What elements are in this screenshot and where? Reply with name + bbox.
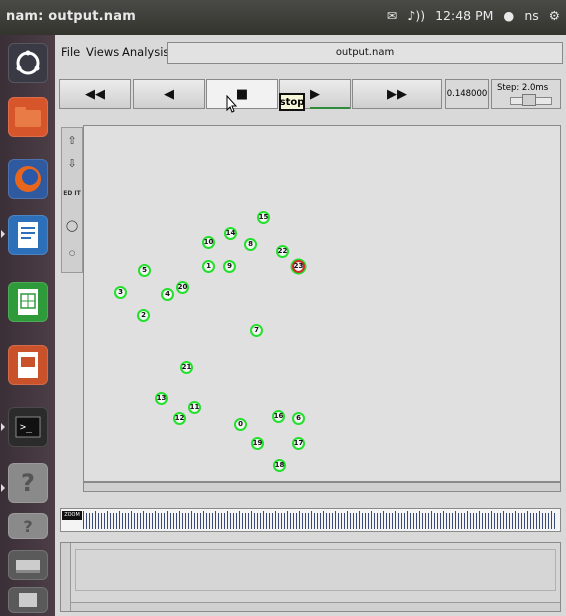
- step-control: Step: 2.0ms: [491, 79, 561, 109]
- help-icon[interactable]: ?: [8, 463, 48, 503]
- node-18[interactable]: 18: [273, 459, 286, 472]
- node-17[interactable]: 17: [292, 437, 305, 450]
- terminal-icon[interactable]: >_: [8, 407, 48, 447]
- stop-button[interactable]: ■: [206, 79, 278, 109]
- drive-icon[interactable]: [8, 550, 48, 580]
- svg-text:>_: >_: [20, 422, 33, 433]
- mail-icon[interactable]: ✉: [387, 8, 397, 23]
- node-4[interactable]: 4: [161, 288, 174, 301]
- node-12[interactable]: 12: [173, 412, 186, 425]
- zoom-in-icon[interactable]: ⇧: [63, 131, 81, 149]
- node-13[interactable]: 13: [155, 392, 168, 405]
- help-icon-2[interactable]: ?: [8, 513, 48, 539]
- mouse-cursor-icon: [226, 95, 238, 113]
- fast-forward-button[interactable]: ▶▶: [352, 79, 442, 109]
- calc-icon[interactable]: [8, 282, 48, 322]
- node-8[interactable]: 8: [244, 238, 257, 251]
- trash-icon[interactable]: [8, 587, 48, 613]
- node-7[interactable]: 7: [250, 324, 263, 337]
- circle-tool-icon[interactable]: ◯: [63, 216, 81, 234]
- dash-home-icon[interactable]: [8, 43, 48, 83]
- node-23[interactable]: 23: [292, 260, 305, 273]
- time-display: 0.148000: [445, 79, 489, 109]
- node-5[interactable]: 5: [138, 264, 151, 277]
- help-indicator: [1, 484, 5, 492]
- trace-filename: output.nam: [167, 42, 563, 64]
- window-title: nam: output.nam: [6, 9, 136, 24]
- annotation-vertical-scrollbar[interactable]: [61, 543, 71, 611]
- annotation-horizontal-scrollbar[interactable]: [71, 602, 560, 611]
- annotation-panel: [60, 542, 561, 612]
- timeline-slider[interactable]: ZOOM: [60, 508, 561, 532]
- canvas-horizontal-scrollbar[interactable]: [83, 482, 561, 492]
- node-2[interactable]: 2: [137, 309, 150, 322]
- zoom-out-icon[interactable]: ⇩: [63, 154, 81, 172]
- node-11[interactable]: 11: [188, 401, 201, 414]
- node-22[interactable]: 22: [276, 245, 289, 258]
- node-16[interactable]: 16: [272, 410, 285, 423]
- writer-icon[interactable]: [8, 215, 48, 255]
- system-tray: ✉ ♪)) 12:48 PM ● ns ⚙: [387, 8, 560, 23]
- files-icon[interactable]: [8, 97, 48, 137]
- node-0[interactable]: 0: [234, 418, 247, 431]
- point-tool-icon[interactable]: ○: [63, 244, 81, 262]
- step-slider-thumb[interactable]: [522, 94, 536, 106]
- step-back-button[interactable]: ◀: [133, 79, 205, 109]
- menu-bar: File Views Analysis output.nam: [55, 35, 566, 67]
- node-6[interactable]: 6: [292, 412, 305, 425]
- edit-toolbar: ⇧ ⇩ ED IT ◯ ○: [61, 127, 83, 273]
- terminal-indicator: [1, 423, 5, 431]
- top-panel: nam: output.nam ✉ ♪)) 12:48 PM ● ns ⚙: [0, 0, 566, 35]
- node-20[interactable]: 20: [176, 281, 189, 294]
- node-9[interactable]: 9: [223, 260, 236, 273]
- node-14[interactable]: 14: [224, 227, 237, 240]
- edit-label[interactable]: ED IT: [63, 180, 81, 206]
- rewind-button[interactable]: ◀◀: [59, 79, 131, 109]
- node-1[interactable]: 1: [202, 260, 215, 273]
- node-3[interactable]: 3: [114, 286, 127, 299]
- node-15[interactable]: 15: [257, 211, 270, 224]
- nam-window: File Views Analysis output.nam ◀◀ ◀ ■ ▶ …: [55, 35, 566, 616]
- user-name[interactable]: ns: [524, 8, 538, 23]
- menu-analysis[interactable]: Analysis: [122, 45, 169, 59]
- menu-file[interactable]: File: [61, 45, 80, 59]
- network-canvas[interactable]: 15 14 10 8 22 23 1 9 5 20 4 3 2 7 21 13 …: [83, 125, 561, 482]
- firefox-icon[interactable]: [8, 159, 48, 199]
- clock[interactable]: 12:48 PM: [435, 8, 493, 23]
- volume-icon[interactable]: ♪)): [407, 8, 425, 23]
- timeline-major-ticks: [83, 511, 556, 521]
- stop-tooltip: stop: [279, 93, 305, 111]
- play-indicator: [310, 107, 350, 109]
- gear-icon[interactable]: ⚙: [549, 8, 560, 23]
- user-icon[interactable]: ●: [503, 8, 514, 23]
- node-21[interactable]: 21: [180, 361, 193, 374]
- menu-views[interactable]: Views: [86, 45, 119, 59]
- node-19[interactable]: 19: [251, 437, 264, 450]
- node-10[interactable]: 10: [202, 236, 215, 249]
- active-app-indicator: [1, 230, 5, 238]
- launcher: >_ ? ?: [0, 35, 55, 616]
- annotation-list[interactable]: [75, 549, 556, 591]
- timeline-zoom-label[interactable]: ZOOM: [62, 511, 82, 520]
- impress-icon[interactable]: [8, 345, 48, 385]
- step-label: Step: 2.0ms: [497, 83, 549, 93]
